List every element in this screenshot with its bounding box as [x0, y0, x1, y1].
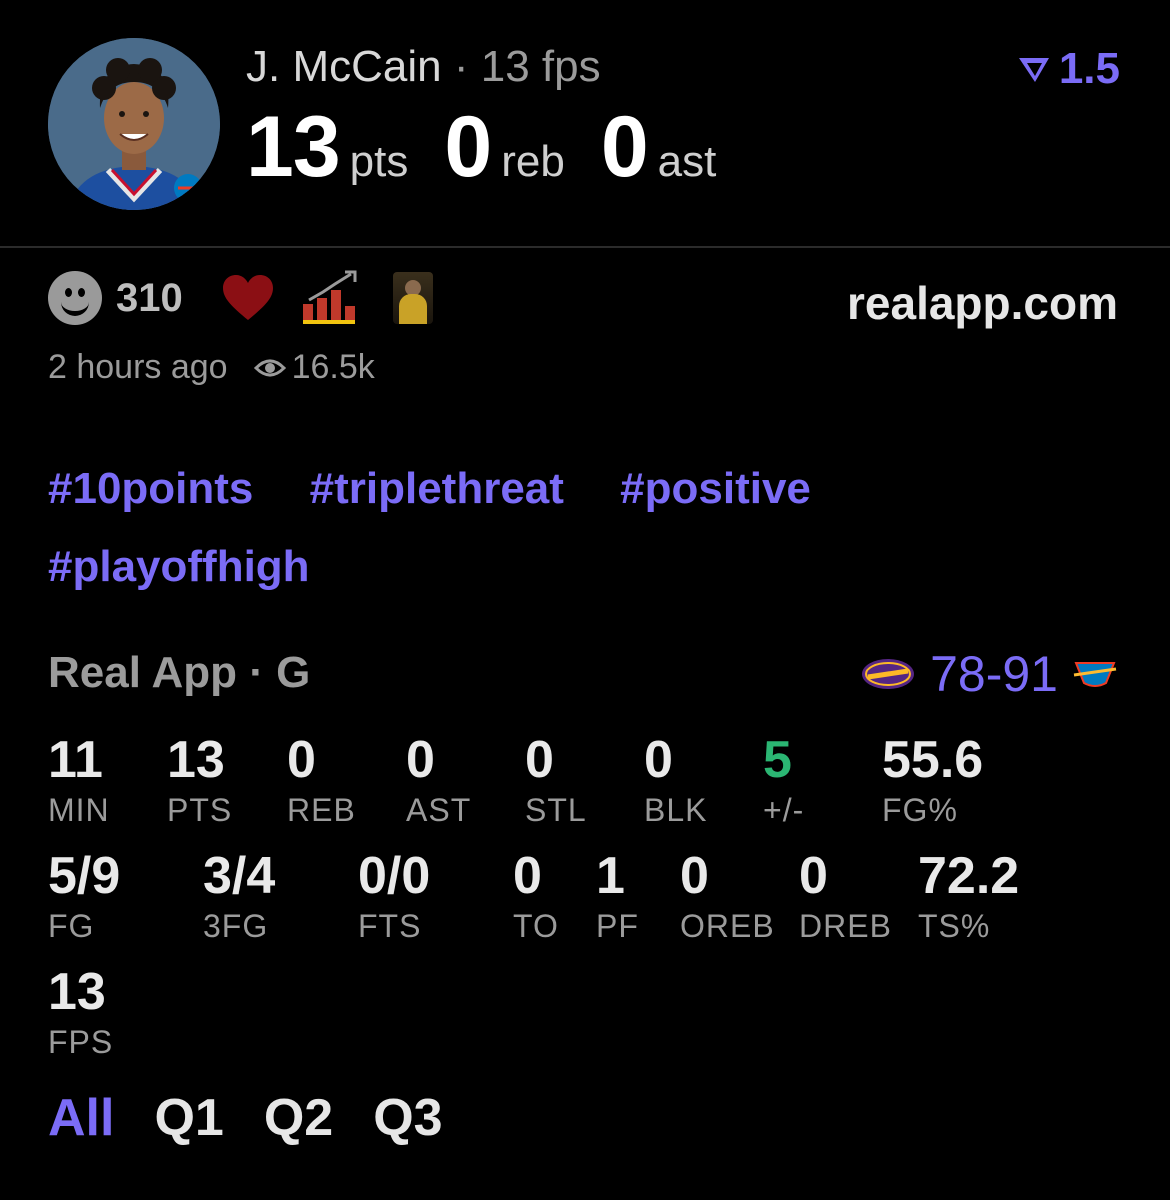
stat-pts: 13 PTS	[167, 732, 232, 829]
headline-assists: 0	[600, 99, 649, 195]
stat-label: MIN	[48, 792, 110, 828]
stat-label: TO	[513, 908, 559, 944]
stat-label: +/-	[763, 792, 805, 828]
player-name[interactable]: J. McCain	[246, 42, 442, 91]
stat-label: REB	[287, 792, 356, 828]
hashtag[interactable]: #playoffhigh	[48, 528, 310, 606]
stat-value: 72.2	[918, 847, 1020, 905]
stat-min: 11 MIN	[48, 732, 110, 829]
stat-label: FG%	[882, 792, 958, 828]
assists-unit: ast	[657, 137, 717, 186]
time-ago: 2 hours ago	[48, 348, 228, 386]
stat-3fg: 3/4 3FG	[203, 848, 275, 945]
rebounds-unit: reb	[501, 137, 565, 186]
stat-value: 0	[406, 731, 435, 789]
hashtag[interactable]: #triplethreat	[310, 450, 564, 528]
tab-q1[interactable]: Q1	[154, 1088, 223, 1148]
player-photo-icon[interactable]	[392, 272, 433, 324]
player-name-line[interactable]: J. McCain · 13 fps	[246, 42, 601, 92]
stat-value: 13	[48, 963, 106, 1021]
lakers-logo-icon	[862, 659, 915, 689]
player-avatar[interactable]	[48, 38, 220, 210]
period-tabs: All Q1 Q2 Q3	[48, 1088, 443, 1148]
stat-value: 0	[644, 731, 673, 789]
post-meta: 2 hours ago 16.5k	[48, 348, 375, 387]
stat-value: 11	[48, 731, 103, 789]
headline-rebounds: 0	[444, 99, 492, 195]
stat-fg-pct: 55.6 FG%	[882, 732, 983, 829]
real-logo-icon	[1018, 58, 1049, 82]
okc-logo-icon	[1073, 662, 1117, 687]
stat-reb: 0 REB	[287, 732, 356, 829]
heart-icon[interactable]	[221, 274, 275, 322]
player-photo	[48, 38, 220, 210]
stat-value: 0	[513, 847, 542, 905]
stat-value: 5	[763, 731, 792, 789]
stat-value: 0	[799, 847, 828, 905]
score-value: 78-91	[930, 646, 1058, 702]
tab-q3[interactable]: Q3	[373, 1088, 442, 1148]
multiplier-badge[interactable]: 1.5	[1017, 44, 1120, 94]
stat-label: AST	[406, 792, 472, 828]
stat-fg: 5/9 FG	[48, 848, 120, 945]
reactions-bar: 310	[48, 270, 433, 326]
stat-blk: 0 BLK	[644, 732, 707, 829]
stat-value: 55.6	[882, 731, 984, 789]
stat-label: BLK	[644, 792, 708, 828]
stat-plus-minus: 5 +/-	[763, 732, 804, 829]
smile-icon[interactable]	[48, 271, 102, 325]
stat-oreb: 0 OREB	[680, 848, 775, 945]
stat-pf: 1 PF	[596, 848, 639, 945]
player-fps: 13 fps	[480, 42, 601, 91]
headline-stats: 13 pts 0 reb 0 ast	[246, 98, 752, 197]
stat-value: 0/0	[358, 847, 431, 905]
stat-ast: 0 AST	[406, 732, 471, 829]
stat-stl: 0 STL	[525, 732, 587, 829]
tab-all[interactable]: All	[48, 1088, 114, 1148]
stat-label: FTS	[358, 908, 422, 944]
game-score[interactable]: 78-91	[860, 645, 1118, 703]
headline-points: 13	[246, 99, 341, 195]
stat-value: 1	[596, 847, 625, 905]
stat-label: FPS	[48, 1024, 114, 1060]
view-count: 16.5k	[291, 348, 375, 386]
header-divider	[0, 246, 1170, 248]
reaction-count[interactable]: 310	[116, 276, 183, 321]
stat-label: PF	[596, 908, 639, 944]
stat-value: 0	[287, 731, 316, 789]
stat-to: 0 TO	[513, 848, 559, 945]
stat-label: 3FG	[203, 908, 269, 944]
points-unit: pts	[349, 137, 409, 186]
stat-value: 13	[167, 731, 225, 789]
stat-dreb: 0 DREB	[799, 848, 892, 945]
game-source: Real App · G	[48, 648, 311, 697]
stat-label: FG	[48, 908, 95, 944]
stat-ts-pct: 72.2 TS%	[918, 848, 1019, 945]
stat-value: 5/9	[48, 847, 121, 905]
tab-q2[interactable]: Q2	[264, 1088, 333, 1148]
stat-label: PTS	[167, 792, 233, 828]
stat-value: 0	[525, 731, 554, 789]
site-link[interactable]: realapp.com	[847, 276, 1118, 330]
name-separator: ·	[453, 42, 469, 91]
stat-value: 3/4	[203, 847, 276, 905]
eye-icon	[253, 359, 286, 376]
hashtag[interactable]: #10points	[48, 450, 253, 528]
stat-fps: 13 FPS	[48, 964, 113, 1061]
stat-label: DREB	[799, 908, 892, 944]
chart-icon[interactable]	[301, 270, 357, 326]
multiplier-value: 1.5	[1058, 44, 1120, 93]
stat-value: 0	[680, 847, 709, 905]
stat-label: TS%	[918, 908, 991, 944]
hashtag[interactable]: #positive	[620, 450, 811, 528]
hashtag-list: #10points #triplethreat #positive #playo…	[48, 450, 1108, 606]
stat-label: STL	[525, 792, 587, 828]
stat-label: OREB	[680, 908, 775, 944]
stat-fts: 0/0 FTS	[358, 848, 430, 945]
